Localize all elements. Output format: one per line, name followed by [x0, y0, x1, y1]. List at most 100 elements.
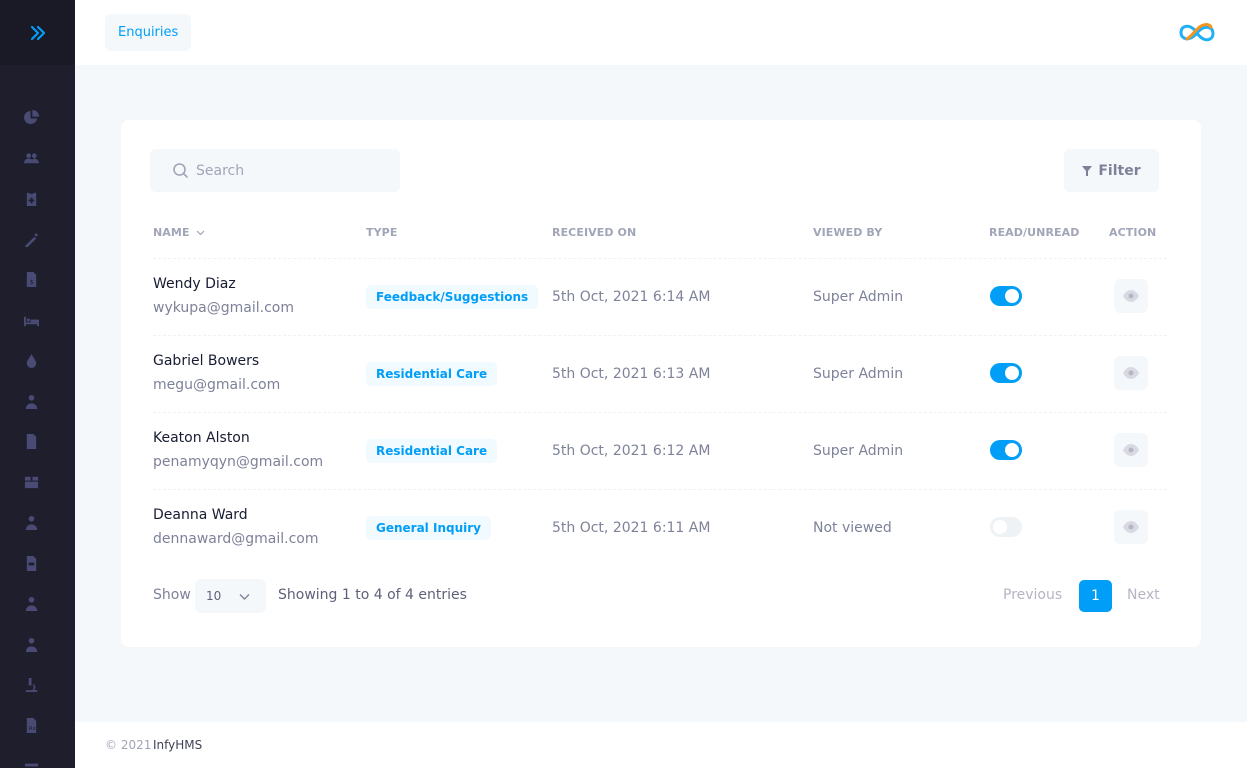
search-input[interactable] — [196, 149, 386, 192]
enquiry-email: megu@gmail.com — [153, 377, 281, 393]
eye-icon — [1123, 367, 1139, 379]
sidebar-toggle[interactable] — [0, 0, 75, 65]
toggle-knob — [1005, 289, 1019, 303]
sidebar-item-vaccination[interactable] — [22, 230, 40, 248]
sidebar: $ Rx — [0, 0, 75, 768]
viewed-by: Super Admin — [813, 366, 904, 382]
header: Enquiries — [75, 0, 1247, 65]
column-header-received-on: RECEIVED ON — [552, 226, 637, 239]
invoice-dollar-icon: $ — [26, 271, 36, 287]
search-icon — [173, 163, 188, 178]
filter-button[interactable]: Filter — [1064, 149, 1159, 192]
sidebar-item-reports[interactable] — [22, 554, 40, 572]
box-icon — [24, 476, 38, 488]
file-alt-icon — [26, 555, 36, 571]
type-badge: Residential Care — [366, 439, 498, 463]
enquiry-name: Wendy Diaz — [153, 276, 236, 292]
users-icon — [23, 152, 39, 163]
column-header-type: TYPE — [366, 226, 398, 239]
viewed-by: Super Admin — [813, 289, 904, 305]
received-on: 5th Oct, 2021 6:12 AM — [552, 443, 711, 459]
view-button[interactable] — [1114, 356, 1148, 390]
type-badge: General Inquiry — [366, 516, 491, 540]
sidebar-item-documents[interactable] — [22, 432, 40, 450]
sidebar-item-beds[interactable] — [22, 311, 40, 329]
infinity-logo-icon[interactable] — [1175, 20, 1219, 46]
tab-enquiries[interactable]: Enquiries — [105, 14, 192, 51]
bed-icon — [23, 316, 39, 326]
next-page-button[interactable]: Next — [1127, 587, 1160, 603]
read-toggle[interactable] — [990, 286, 1022, 306]
view-button[interactable] — [1114, 433, 1148, 467]
nurse-icon — [25, 515, 37, 530]
enquiry-name: Keaton Alston — [153, 430, 250, 446]
sidebar-item-staff[interactable] — [22, 594, 40, 612]
received-on: 5th Oct, 2021 6:14 AM — [552, 289, 711, 305]
enquiry-email: wykupa@gmail.com — [153, 300, 294, 316]
prescription-icon: Rx — [26, 717, 36, 733]
received-on: 5th Oct, 2021 6:11 AM — [552, 520, 711, 536]
enquiries-card: Filter NAME TYPE RECEIVED ON VIEWED BY R… — [121, 120, 1201, 647]
page-size-select[interactable]: 10 — [195, 579, 266, 613]
filter-icon — [1082, 165, 1093, 176]
view-button[interactable] — [1114, 279, 1148, 313]
sidebar-item-blood-bank[interactable] — [22, 351, 40, 369]
search-box[interactable] — [150, 149, 400, 192]
chevron-down-icon — [196, 230, 205, 236]
eye-icon — [1123, 290, 1139, 302]
eye-icon — [1123, 521, 1139, 533]
toggle-knob — [993, 520, 1007, 534]
column-header-viewed-by: VIEWED BY — [813, 226, 883, 239]
enquiry-email: penamyqyn@gmail.com — [153, 454, 324, 470]
sidebar-item-accountants[interactable] — [22, 635, 40, 653]
table-row: Gabriel Bowers megu@gmail.com Residential … — [153, 335, 1167, 412]
sidebar-item-inventory[interactable] — [22, 473, 40, 491]
chart-pie-icon — [23, 109, 39, 124]
eye-icon — [1123, 444, 1139, 456]
svg-text:$: $ — [29, 278, 33, 286]
table-row: Deanna Ward dennaward@gmail.com General In… — [153, 489, 1167, 566]
type-badge: Feedback/Suggestions — [366, 285, 539, 309]
page-size-value: 10 — [206, 589, 222, 603]
enquiry-email: dennaward@gmail.com — [153, 531, 319, 547]
user-md-icon — [25, 596, 37, 611]
sidebar-item-doctors[interactable] — [22, 392, 40, 410]
column-header-read-unread: READ/UNREAD — [989, 226, 1080, 239]
viewed-by: Super Admin — [813, 443, 904, 459]
file-icon — [26, 433, 36, 449]
more-icon — [24, 763, 38, 766]
sidebar-item-prescriptions[interactable]: Rx — [22, 716, 40, 734]
filter-label: Filter — [1098, 162, 1141, 179]
read-toggle[interactable] — [990, 363, 1022, 383]
double-chevron-right-icon[interactable] — [28, 23, 48, 43]
toggle-knob — [1005, 443, 1019, 457]
viewed-by: Not viewed — [813, 520, 892, 536]
enquiry-name: Gabriel Bowers — [153, 353, 260, 369]
received-on: 5th Oct, 2021 6:13 AM — [552, 366, 711, 382]
entries-summary: Showing 1 to 4 of 4 entries — [278, 587, 467, 603]
view-button[interactable] — [1114, 510, 1148, 544]
user-tie-icon — [25, 637, 37, 652]
footer-brand-link[interactable]: InfyHMS — [153, 738, 202, 752]
column-header-action: ACTION — [1109, 226, 1157, 239]
sidebar-item-more[interactable] — [22, 756, 40, 768]
previous-page-button[interactable]: Previous — [1003, 587, 1062, 603]
sidebar-item-medical-records[interactable] — [22, 189, 40, 207]
syringe-icon — [24, 232, 38, 247]
table-row: Keaton Alston penamyqyn@gmail.com Resident… — [153, 412, 1167, 489]
show-label: Show — [153, 587, 191, 603]
sidebar-item-nurses[interactable] — [22, 513, 40, 531]
sidebar-item-dashboard[interactable] — [22, 108, 40, 126]
column-header-name[interactable]: NAME — [153, 226, 205, 239]
sidebar-item-lab[interactable] — [22, 675, 40, 693]
read-toggle[interactable] — [990, 440, 1022, 460]
sidebar-item-users[interactable] — [22, 149, 40, 167]
table-row: Wendy Diaz wykupa@gmail.com Feedback/Sugge… — [153, 258, 1167, 335]
doctor-icon — [25, 394, 37, 409]
read-toggle[interactable] — [990, 517, 1022, 537]
page-1-button[interactable]: 1 — [1079, 580, 1112, 612]
enquiry-name: Deanna Ward — [153, 507, 248, 523]
sidebar-item-billing[interactable]: $ — [22, 270, 40, 288]
clipboard-medical-icon — [26, 190, 36, 206]
footer: © 2021 InfyHMS — [75, 722, 1247, 768]
